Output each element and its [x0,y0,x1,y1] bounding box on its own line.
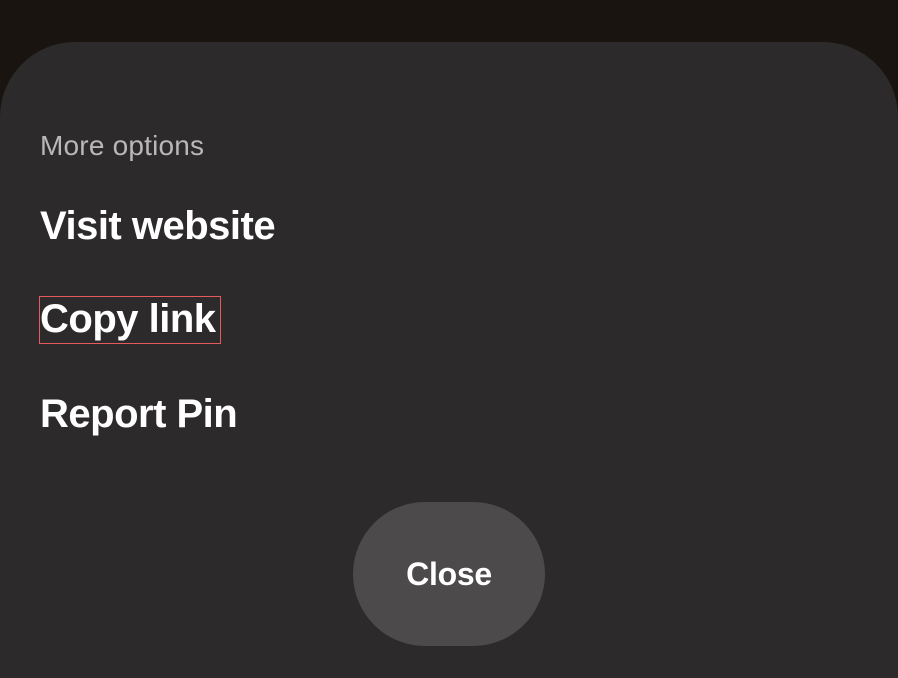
options-sheet: More options Visit website Copy link Rep… [0,42,898,678]
close-button[interactable]: Close [353,502,545,646]
menu-item-report-pin[interactable]: Report Pin [40,392,237,436]
menu-item-visit-website[interactable]: Visit website [40,204,275,248]
menu-item-copy-link[interactable]: Copy link [39,296,221,344]
menu-list: Visit website Copy link Report Pin [40,204,858,436]
section-title: More options [40,130,858,162]
